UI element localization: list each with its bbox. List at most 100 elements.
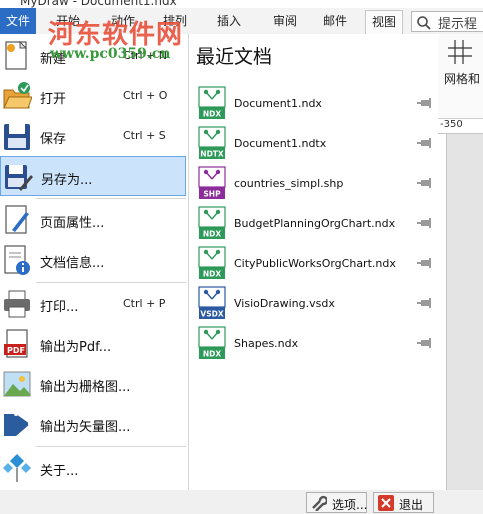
new-document-icon <box>5 40 28 70</box>
recent-document-name: Shapes.ndx <box>234 337 299 350</box>
file-badge: NDX <box>203 350 222 359</box>
menu-item-label: 输出为矢量图... <box>40 420 131 435</box>
file-type-icon: VSDX <box>198 286 226 319</box>
file-badge: VSDX <box>200 310 223 319</box>
search-placeholder: 提示程 <box>438 17 478 32</box>
menu-item-label: 另存为... <box>41 173 93 188</box>
grid-tool-group[interactable]: 网格和 <box>438 34 483 119</box>
document-info-icon <box>4 245 30 275</box>
menu-item-save-as[interactable]: 另存为... <box>0 156 186 196</box>
printer-icon <box>4 290 30 318</box>
menu-separator <box>36 446 186 447</box>
file-type-icon: NDX <box>198 246 226 279</box>
footer-bar: 选项... 退出 <box>0 490 483 514</box>
menu-item-label: 关于... <box>40 464 79 479</box>
vector-image-icon <box>4 412 32 436</box>
save-as-icon <box>5 165 33 191</box>
file-badge: SHP <box>203 190 221 199</box>
pdf-export-icon: PDF <box>4 329 28 358</box>
drawing-canvas[interactable]: 网格和 -350 <box>438 34 483 490</box>
pin-icon[interactable] <box>417 177 433 189</box>
open-folder-icon <box>3 82 32 109</box>
close-icon <box>378 495 394 511</box>
about-icon <box>3 454 31 482</box>
search-input[interactable]: 提示程 <box>411 11 483 32</box>
menu-item-label: 打印... <box>40 300 79 315</box>
tab-file[interactable]: 文件 <box>0 8 37 34</box>
title-bar: MyDraw - Document1.ndx <box>0 0 483 8</box>
menu-item-save[interactable]: 保存 Ctrl + S <box>0 116 186 156</box>
menu-item-page-properties[interactable]: 页面属性... <box>0 200 186 240</box>
file-badge: NDX <box>203 110 222 119</box>
page-properties-icon <box>5 205 29 234</box>
exit-button-label: 退出 <box>399 498 424 512</box>
save-disk-icon <box>4 124 30 150</box>
recent-document-item[interactable]: NDX BudgetPlanningOrgChart.ndx <box>197 206 433 242</box>
menu-item-document-info[interactable]: 文档信息... <box>0 240 186 280</box>
file-badge: NDX <box>203 270 222 279</box>
file-badge: NDTX <box>200 150 224 159</box>
menu-item-shortcut: Ctrl + S <box>123 129 166 142</box>
recent-document-name: VisioDrawing.vsdx <box>234 297 335 310</box>
tab-mailings[interactable]: 邮件 <box>323 8 347 34</box>
menu-item-label: 输出为栅格图... <box>40 380 131 395</box>
menu-item-shortcut: Ctrl + P <box>123 297 166 310</box>
horizontal-ruler: -350 <box>438 119 483 134</box>
menu-item-label: 页面属性... <box>40 216 105 231</box>
recent-document-name: BudgetPlanningOrgChart.ndx <box>234 217 396 230</box>
wrench-icon <box>312 495 327 511</box>
menu-separator <box>36 282 186 283</box>
pin-icon[interactable] <box>417 217 433 229</box>
raster-image-icon <box>3 371 31 397</box>
pin-icon[interactable] <box>417 137 433 149</box>
watermark-url: www.pc0359.cn <box>50 46 171 62</box>
pin-icon[interactable] <box>417 297 433 309</box>
search-icon <box>417 16 431 30</box>
recent-document-item[interactable]: NDX CityPublicWorksOrgChart.ndx <box>197 246 433 282</box>
vertical-ruler <box>438 134 447 490</box>
recent-document-name: CityPublicWorksOrgChart.ndx <box>234 257 396 270</box>
menu-item-about[interactable]: 关于... <box>0 448 186 488</box>
recent-document-item[interactable]: NDX Shapes.ndx <box>197 326 433 362</box>
menu-item-shortcut: Ctrl + O <box>123 89 168 102</box>
recent-document-name: countries_simpl.shp <box>234 177 344 190</box>
recent-document-item[interactable]: NDX Document1.ndx <box>197 86 433 122</box>
menu-item-label: 保存 <box>40 132 67 147</box>
file-type-icon: NDX <box>198 326 226 359</box>
menu-item-label: 文档信息... <box>40 256 105 271</box>
svg-text:PDF: PDF <box>7 346 25 355</box>
menu-item-open[interactable]: 打开 Ctrl + O <box>0 76 186 116</box>
tab-insert[interactable]: 插入 <box>217 8 241 34</box>
pin-icon[interactable] <box>417 97 433 109</box>
recent-document-item[interactable]: VSDX VisioDrawing.vsdx <box>197 286 433 322</box>
file-type-icon: NDX <box>198 86 226 119</box>
menu-item-export-vector[interactable]: 输出为矢量图... <box>0 404 186 444</box>
recent-document-item[interactable]: NDTX Document1.ndtx <box>197 126 433 162</box>
file-menu: 新建 Ctrl + N 打开 Ctrl + O 保存 Ctrl + S 另存为.… <box>0 34 189 490</box>
menu-item-export-pdf[interactable]: PDF 输出为Pdf... <box>0 324 186 364</box>
recent-documents-panel: 最近文档 NDX Document1.ndx NDTX Document1.ndtx S… <box>189 34 438 490</box>
file-type-icon: SHP <box>198 166 226 199</box>
menu-separator <box>36 198 186 199</box>
options-button-label: 选项... <box>332 498 368 512</box>
window-title: MyDraw - Document1.ndx <box>20 0 177 8</box>
pin-icon[interactable] <box>417 337 433 349</box>
ruler-start-label: -350 <box>440 119 463 130</box>
recent-documents-title: 最近文档 <box>196 46 273 68</box>
file-type-icon: NDX <box>198 206 226 239</box>
recent-document-name: Document1.ndx <box>234 97 322 110</box>
options-button[interactable]: 选项... <box>306 492 367 513</box>
recent-document-item[interactable]: SHP countries_simpl.shp <box>197 166 433 202</box>
grid-icon <box>448 40 472 64</box>
recent-document-name: Document1.ndtx <box>234 137 327 150</box>
menu-item-print[interactable]: 打印... Ctrl + P <box>0 284 186 324</box>
exit-button[interactable]: 退出 <box>373 492 434 513</box>
tab-view[interactable]: 视图 <box>365 10 404 35</box>
file-badge: NDX <box>203 230 222 239</box>
menu-item-label: 输出为Pdf... <box>40 340 112 355</box>
pin-icon[interactable] <box>417 257 433 269</box>
tab-review[interactable]: 审阅 <box>273 8 297 34</box>
file-type-icon: NDTX <box>198 126 226 159</box>
grid-tool-label: 网格和 <box>444 72 481 86</box>
menu-item-export-raster[interactable]: 输出为栅格图... <box>0 364 186 404</box>
